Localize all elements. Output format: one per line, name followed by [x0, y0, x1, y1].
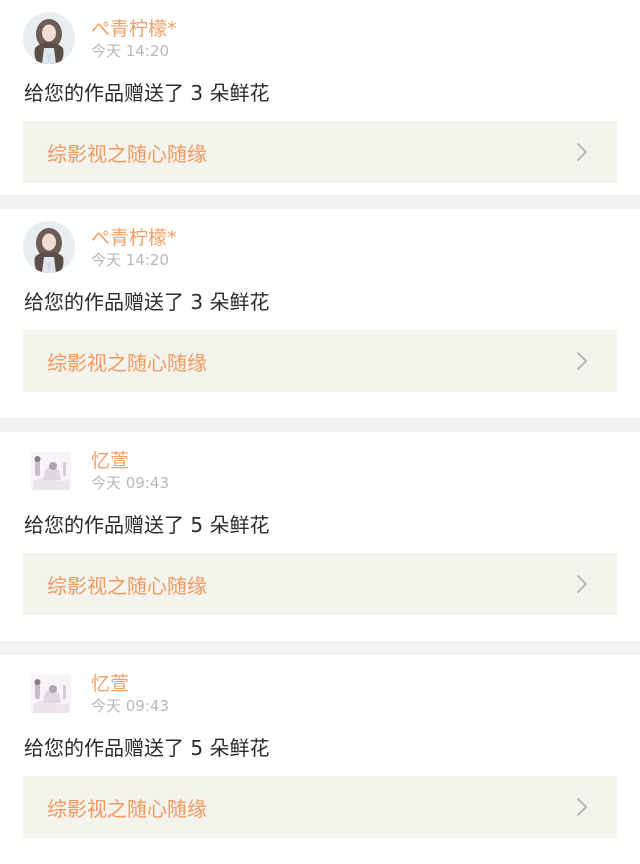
- user-avatar[interactable]: [23, 221, 75, 274]
- notification-card: 忆萱 今天 09:43 给您的作品赠送了 5 朵鲜花 综影视之随心随缘: [0, 655, 640, 864]
- chevron-right-icon: [571, 796, 593, 818]
- work-title: 综影视之随心随缘: [47, 350, 207, 375]
- work-link[interactable]: 综影视之随心随缘: [23, 553, 617, 616]
- chevron-right-icon: [571, 350, 593, 372]
- timestamp: 今天 09:43: [91, 697, 169, 716]
- work-title: 综影视之随心随缘: [47, 141, 207, 166]
- gift-message: 给您的作品赠送了 5 朵鲜花: [24, 513, 270, 538]
- girl-portrait-avatar-icon: [23, 221, 75, 274]
- illustration-avatar-icon: [31, 452, 71, 491]
- user-avatar[interactable]: [23, 12, 75, 64]
- work-link[interactable]: 综影视之随心随缘: [23, 330, 617, 393]
- girl-portrait-avatar-icon: [23, 12, 75, 64]
- gift-message: 给您的作品赠送了 3 朵鲜花: [24, 290, 270, 315]
- user-avatar[interactable]: [31, 452, 71, 491]
- notification-header: 忆萱 今天 09:43: [23, 655, 617, 731]
- username[interactable]: 忆萱: [91, 446, 129, 473]
- username[interactable]: ぺ青柠檬*: [91, 14, 177, 41]
- timestamp: 今天 14:20: [91, 42, 169, 60]
- notification-header: 忆萱 今天 09:43: [23, 432, 617, 508]
- work-title: 综影视之随心随缘: [47, 573, 207, 598]
- notification-header: ぺ青柠檬* 今天 14:20: [23, 209, 617, 285]
- chevron-right-icon: [571, 573, 593, 595]
- gift-message: 给您的作品赠送了 5 朵鲜花: [24, 736, 270, 761]
- work-link[interactable]: 综影视之随心随缘: [23, 121, 617, 183]
- notification-header: ぺ青柠檬* 今天 14:20: [23, 0, 617, 76]
- gift-message: 给您的作品赠送了 3 朵鲜花: [24, 81, 270, 105]
- notification-card: 忆萱 今天 09:43 给您的作品赠送了 5 朵鲜花 综影视之随心随缘: [0, 432, 640, 642]
- notification-card: ぺ青柠檬* 今天 14:20 给您的作品赠送了 3 朵鲜花 综影视之随心随缘: [0, 0, 640, 196]
- user-avatar[interactable]: [31, 675, 71, 714]
- timestamp: 今天 09:43: [91, 474, 169, 493]
- notification-card: ぺ青柠檬* 今天 14:20 给您的作品赠送了 3 朵鲜花 综影视之随心随缘: [0, 209, 640, 419]
- chevron-right-icon: [571, 141, 593, 163]
- work-link[interactable]: 综影视之随心随缘: [23, 776, 617, 839]
- illustration-avatar-icon: [31, 675, 71, 714]
- username[interactable]: 忆萱: [91, 669, 129, 696]
- work-title: 综影视之随心随缘: [47, 796, 207, 821]
- timestamp: 今天 14:20: [91, 251, 169, 270]
- gift-notification-feed: ぺ青柠檬* 今天 14:20 给您的作品赠送了 3 朵鲜花 综影视之随心随缘 ぺ…: [0, 0, 640, 864]
- username[interactable]: ぺ青柠檬*: [91, 223, 177, 250]
